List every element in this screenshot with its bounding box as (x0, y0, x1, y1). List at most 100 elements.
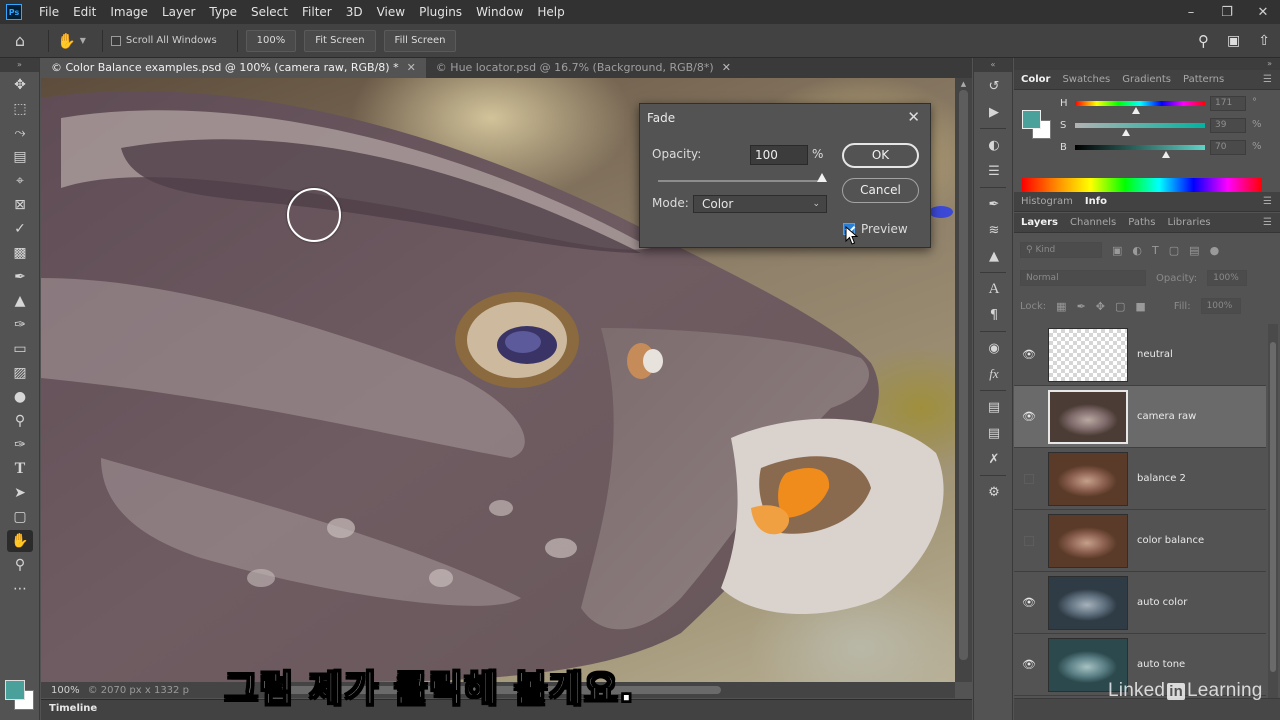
tab-swatches[interactable]: Swatches (1062, 74, 1110, 85)
path-selection-tool-icon[interactable]: ➤ (7, 482, 33, 504)
menu-image[interactable]: Image (103, 0, 155, 24)
tab-paths[interactable]: Paths (1128, 217, 1155, 228)
slider-knob[interactable] (1121, 129, 1130, 136)
menu-edit[interactable]: Edit (66, 0, 103, 24)
filter-shape-icon[interactable]: ▢ (1169, 244, 1179, 257)
slider-knob[interactable] (817, 173, 827, 182)
brush-settings-icon[interactable]: ≋ (982, 218, 1006, 242)
close-icon[interactable]: ✕ (407, 58, 416, 78)
panel-collapse-icon[interactable]: » (1014, 58, 1280, 70)
lock-paint-icon[interactable]: ✒ (1077, 300, 1086, 313)
hand-tool-icon[interactable]: ✋ (7, 530, 33, 552)
close-icon[interactable]: ✕ (1256, 5, 1270, 20)
layer-row-color-balance[interactable]: color balance (1014, 510, 1266, 572)
scroll-up-icon[interactable]: ▲ (955, 80, 972, 88)
layer-name[interactable]: balance 2 (1137, 473, 1186, 484)
rectangle-tool-icon[interactable]: ▢ (7, 506, 33, 528)
lasso-tool-icon[interactable]: ⤳ (7, 122, 33, 144)
layer-name[interactable]: auto color (1137, 597, 1187, 608)
hand-tool-icon[interactable]: ✋ (57, 32, 76, 50)
visibility-eye-icon[interactable]: 👁 (1014, 410, 1044, 423)
tab-histogram[interactable]: Histogram (1021, 196, 1073, 207)
properties-icon[interactable]: ☰ (982, 159, 1006, 183)
menu-plugins[interactable]: Plugins (412, 0, 469, 24)
filter-smart-object-icon[interactable]: ▤ (1189, 244, 1199, 257)
menu-select[interactable]: Select (244, 0, 295, 24)
layer-name[interactable]: auto tone (1137, 659, 1185, 670)
tab-gradients[interactable]: Gradients (1122, 74, 1171, 85)
panel-menu-icon[interactable]: ☰ (1263, 196, 1272, 207)
eyedropper-tool-icon[interactable]: ✓ (7, 218, 33, 240)
layer-row-auto-color[interactable]: 👁 auto color (1014, 572, 1266, 634)
blend-mode-select[interactable]: Normal (1020, 270, 1146, 286)
fit-screen-button[interactable]: Fit Screen (304, 29, 376, 52)
lock-position-icon[interactable]: ✥ (1096, 300, 1105, 313)
menu-help[interactable]: Help (530, 0, 571, 24)
healing-brush-tool-icon[interactable]: ▩ (7, 242, 33, 264)
brushes-icon[interactable]: ✒ (982, 192, 1006, 216)
menu-type[interactable]: Type (202, 0, 244, 24)
lock-artboard-icon[interactable]: ▢ (1115, 300, 1125, 313)
panel-collapse-icon[interactable]: « (974, 58, 1012, 72)
crop-tool-icon[interactable]: ⌖ (7, 170, 33, 192)
shapes-icon[interactable]: ◉ (982, 336, 1006, 360)
tools-icon[interactable]: ✗ (982, 447, 1006, 471)
opacity-slider[interactable] (658, 173, 827, 182)
workspace-icon[interactable]: ▣ (1227, 33, 1240, 49)
filter-pixel-icon[interactable]: ▣ (1112, 244, 1122, 257)
marquee-tool-icon[interactable]: ⬚ (7, 98, 33, 120)
history-brush-tool-icon[interactable]: ✑ (7, 314, 33, 336)
hue-slider[interactable] (1075, 101, 1205, 106)
doc-tab-color-balance[interactable]: © Color Balance examples.psd @ 100% (cam… (41, 58, 426, 78)
restore-icon[interactable]: ❐ (1220, 5, 1234, 20)
checkbox-icon[interactable] (110, 35, 121, 46)
visibility-eye-icon[interactable]: 👁 (1014, 596, 1044, 609)
clone-source-icon[interactable]: ▲ (982, 244, 1006, 268)
foreground-color-swatch[interactable] (1022, 110, 1041, 129)
fill-screen-button[interactable]: Fill Screen (383, 29, 457, 52)
paragraph-icon[interactable]: ¶ (982, 303, 1006, 327)
mode-select[interactable]: Color ⌄ (693, 195, 827, 213)
share-icon[interactable]: ⇧ (1258, 33, 1270, 49)
layer-name[interactable]: color balance (1137, 535, 1204, 546)
layers-scrollbar[interactable] (1268, 324, 1278, 704)
settings-gear-icon[interactable]: ⚙ (982, 480, 1006, 504)
pen-tool-icon[interactable]: ✑ (7, 434, 33, 456)
home-icon[interactable]: ⌂ (0, 31, 40, 50)
dodge-tool-icon[interactable]: ⚲ (7, 410, 33, 432)
tab-libraries[interactable]: Libraries (1167, 217, 1210, 228)
close-icon[interactable]: ✕ (907, 108, 920, 126)
panel-menu-icon[interactable]: ☰ (1263, 74, 1272, 85)
zoom-tool-icon[interactable]: ⚲ (7, 554, 33, 576)
scroll-thumb[interactable] (1270, 342, 1276, 672)
tab-info[interactable]: Info (1085, 196, 1107, 207)
filter-adjustment-icon[interactable]: ◐ (1132, 244, 1142, 257)
slider-knob[interactable] (1162, 151, 1170, 158)
canvas-vertical-scrollbar[interactable]: ▲ (955, 78, 972, 682)
chevron-down-icon[interactable]: ▼ (80, 36, 86, 45)
layer-name[interactable]: neutral (1137, 349, 1173, 360)
adjustments-icon[interactable]: ◐ (982, 133, 1006, 157)
filter-toggle-icon[interactable]: ● (1210, 244, 1220, 257)
menu-file[interactable]: File (32, 0, 66, 24)
tab-channels[interactable]: Channels (1070, 217, 1116, 228)
type-tool-icon[interactable]: T (7, 458, 33, 480)
menu-view[interactable]: View (370, 0, 412, 24)
ok-button[interactable]: OK (842, 143, 919, 168)
minimize-icon[interactable]: – (1184, 5, 1198, 20)
visibility-eye-icon[interactable]: 👁 (1014, 348, 1044, 361)
layer-row-neutral[interactable]: 👁 neutral (1014, 324, 1266, 386)
history-icon[interactable]: ↺ (982, 74, 1006, 98)
styles-fx-icon[interactable]: fx (982, 362, 1006, 386)
notes-icon[interactable]: ▤ (982, 395, 1006, 419)
menu-3d[interactable]: 3D (339, 0, 370, 24)
blur-tool-icon[interactable]: ● (7, 386, 33, 408)
eraser-tool-icon[interactable]: ▭ (7, 338, 33, 360)
clone-stamp-tool-icon[interactable]: ▲ (7, 290, 33, 312)
actions-play-icon[interactable]: ▶ (982, 100, 1006, 124)
scroll-thumb[interactable] (959, 90, 968, 660)
cancel-button[interactable]: Cancel (842, 178, 919, 203)
lock-all-icon[interactable]: ■ (1135, 300, 1145, 313)
brightness-value[interactable]: 70 (1210, 140, 1246, 155)
fill-input[interactable]: 100% (1200, 298, 1241, 314)
